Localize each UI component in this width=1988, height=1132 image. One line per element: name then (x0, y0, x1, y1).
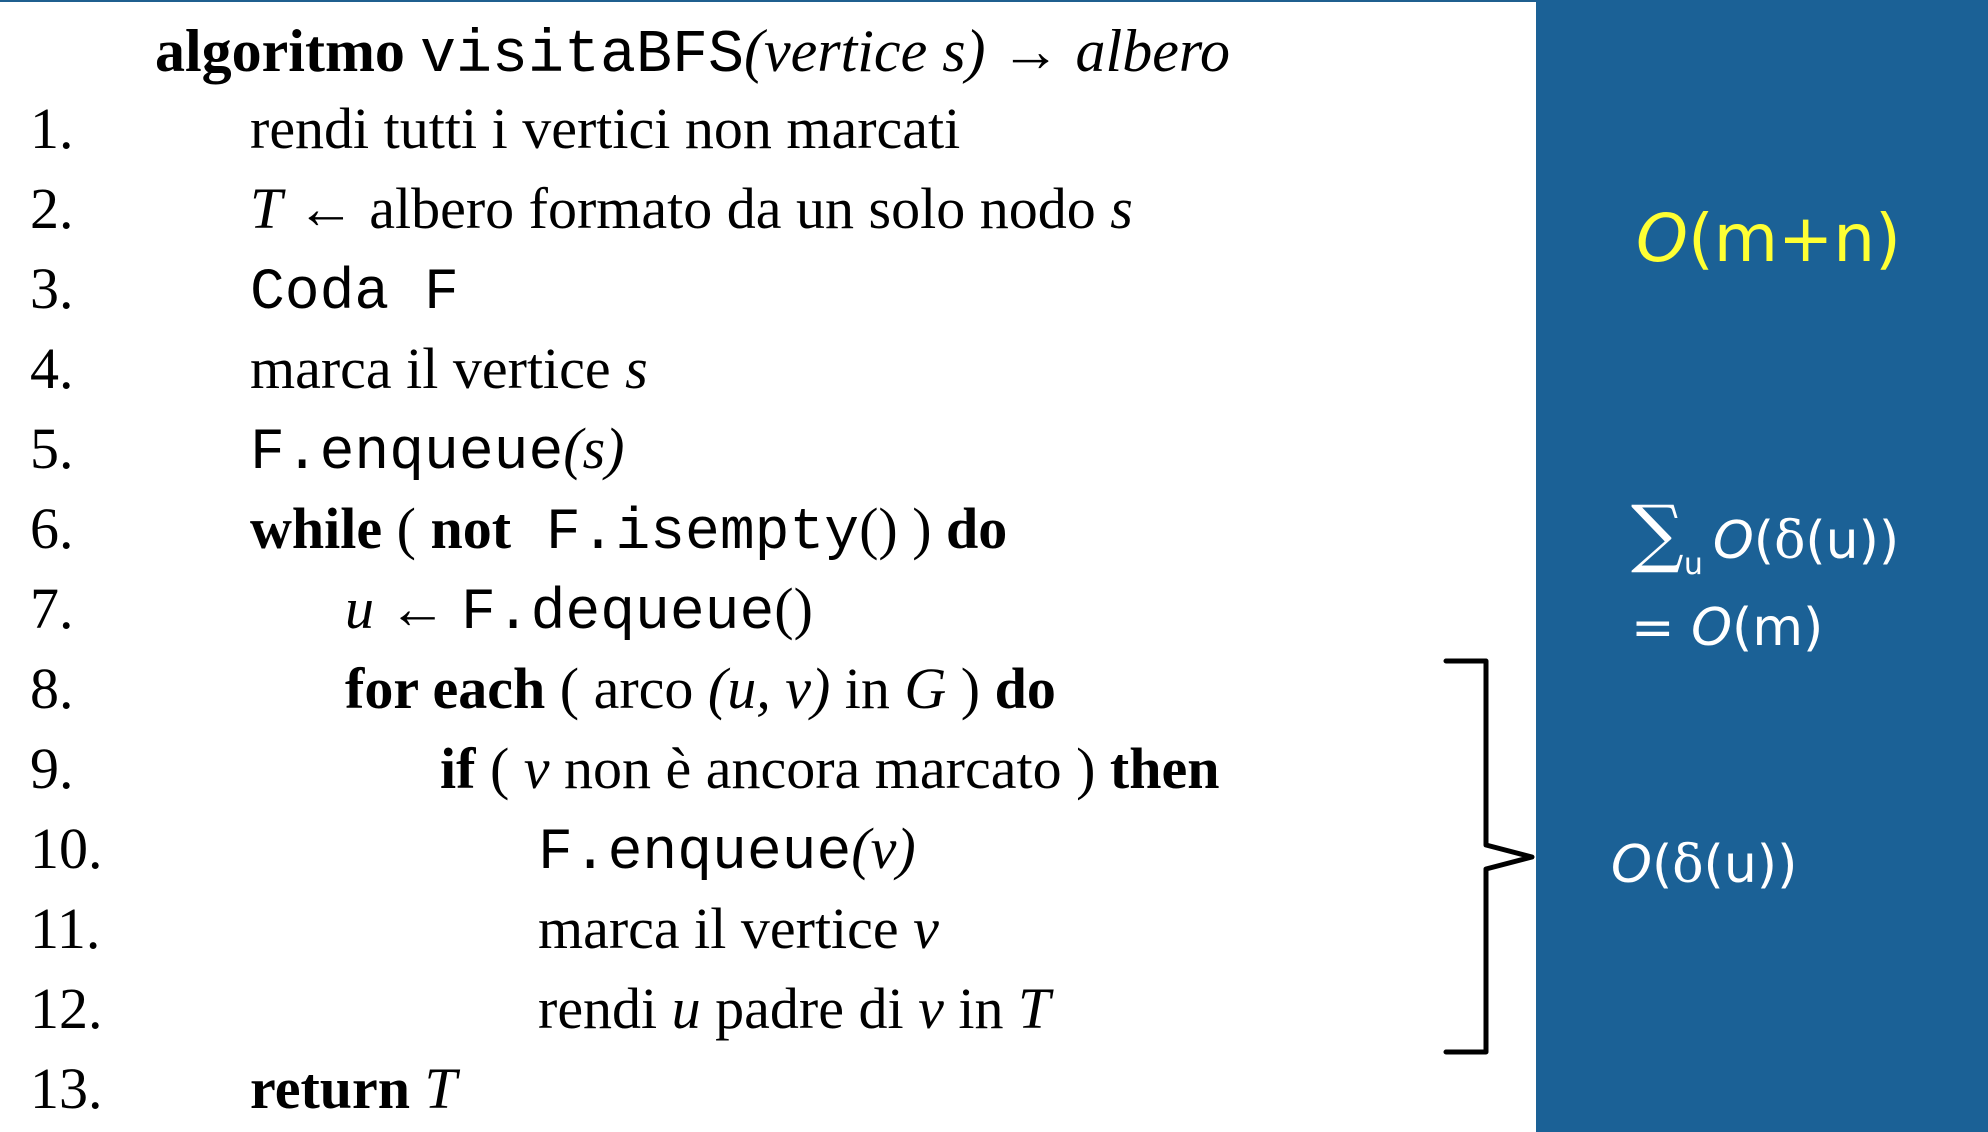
code-line-5: F.enqueue(s) (250, 416, 624, 487)
code-line-13: return T (250, 1056, 457, 1122)
code-line-10: F.enqueue(v) (538, 816, 916, 887)
sigma-icon: ∑ (1631, 490, 1684, 576)
line-text: rendi tutti i vertici non marcati (250, 96, 961, 161)
line-text: padre di (700, 976, 919, 1041)
code-text: Coda F (250, 261, 459, 326)
keyword-not: not (430, 496, 512, 561)
keyword-while: while (250, 496, 383, 561)
var-u: u (345, 576, 374, 641)
paren: ( (1651, 835, 1673, 895)
sum-subscript: u (1683, 547, 1703, 582)
complexity-expr: (m) (1732, 598, 1824, 658)
keyword-if: if (440, 736, 476, 801)
var-T: T (1017, 976, 1051, 1041)
code-line-9: if ( v non è ancora marcato ) then (440, 736, 1219, 802)
algorithm-keyword: algoritmo (155, 18, 405, 84)
code-text: F.enqueue (250, 421, 564, 486)
algorithm-return-type: albero (1075, 18, 1230, 84)
line-text: in (830, 656, 905, 721)
complexity-expr: (u)) (1703, 835, 1798, 895)
algorithm-param: (vertice s) (744, 18, 986, 84)
line-text: ( (475, 736, 524, 801)
code-line-11: marca il vertice v (538, 896, 939, 962)
code-line-7: u ← F.dequeue() (345, 576, 813, 647)
paren: ( (382, 496, 431, 561)
sum-complexity: ∑u O(δ(u)) (1631, 490, 1900, 582)
line-number: 6. (30, 496, 74, 561)
code-line-2: T ← albero formato da un solo nodo s (250, 176, 1133, 242)
paren: ( (1753, 511, 1775, 571)
code-line-3: Coda F (250, 256, 459, 327)
line-text: ) (946, 656, 995, 721)
var-T: T (250, 176, 283, 241)
algorithm-header: algoritmo visitaBFS(vertice s) → albero (155, 18, 1230, 89)
line-number: 4. (30, 336, 74, 401)
algorithm-arrow: → (1000, 18, 1061, 84)
var-G: G (904, 656, 947, 721)
big-o: O (1636, 200, 1688, 277)
inner-complexity: O(δ(u)) (1611, 835, 1797, 895)
big-o: O (1691, 598, 1733, 658)
code-line-1: rendi tutti i vertici non marcati (250, 96, 960, 162)
code-text: F.enqueue (538, 821, 852, 886)
line-number: 10. (30, 816, 103, 881)
code-text: F.dequeue (461, 581, 775, 646)
total-complexity: O(m+n) (1636, 200, 1901, 277)
assign-arrow: ← (374, 576, 461, 641)
assign-arrow: ← (296, 176, 355, 241)
var-s: s (1110, 176, 1133, 241)
call-arg: (s) (563, 416, 625, 481)
code-line-4: marca il vertice s (250, 336, 648, 402)
line-text: non è ancora marcato ) (549, 736, 1110, 801)
code-line-8: for each ( arco (u, v) in G ) do (345, 656, 1056, 722)
var-v: v (918, 976, 944, 1041)
call-arg: (v) (851, 816, 916, 881)
big-o: O (1611, 835, 1652, 895)
top-rule (0, 0, 1536, 2)
line-text: rendi (538, 976, 672, 1041)
line-number: 11. (30, 896, 101, 961)
complexity-expr: (m+n) (1687, 200, 1901, 277)
pseudocode-area: algoritmo visitaBFS(vertice s) → albero … (0, 0, 1536, 1132)
line-number: 7. (30, 576, 74, 641)
line-number: 2. (30, 176, 74, 241)
paren: () ) (859, 496, 947, 561)
complexity-expr: (u)) (1805, 511, 1900, 571)
line-number: 12. (30, 976, 103, 1041)
line-number: 8. (30, 656, 74, 721)
big-o: O (1712, 511, 1754, 571)
var-u: u (671, 976, 701, 1041)
line-text: ( arco (545, 656, 708, 721)
line-number: 3. (30, 256, 74, 321)
line-number: 9. (30, 736, 74, 801)
delta-symbol: δ (1774, 511, 1806, 571)
algorithm-name: visitaBFS (419, 22, 744, 90)
var-v: v (523, 736, 550, 801)
complexity-panel: O(m+n) ∑u O(δ(u)) = O(m) O(δ(u)) (1536, 0, 1988, 1132)
edge: (u, v) (707, 656, 831, 721)
line-number: 13. (30, 1056, 103, 1121)
equals-sign: = (1631, 598, 1692, 658)
paren: () (774, 576, 813, 641)
keyword-then: then (1109, 736, 1220, 801)
code-text: F.isempty (511, 501, 860, 566)
keyword-do: do (994, 656, 1056, 721)
keyword-for-each: for each (345, 656, 546, 721)
line-number: 1. (30, 96, 74, 161)
keyword-return: return (250, 1056, 411, 1121)
right-brace-icon (1443, 658, 1535, 1055)
keyword-do: do (946, 496, 1008, 561)
code-line-12: rendi u padre di v in T (538, 976, 1050, 1042)
code-line-6: while ( not F.isempty() ) do (250, 496, 1007, 567)
line-text: marca il vertice (538, 896, 914, 961)
line-text: marca il vertice (250, 336, 626, 401)
delta-symbol: δ (1672, 835, 1704, 895)
var-T: T (410, 1056, 457, 1121)
line-text: in (943, 976, 1018, 1041)
sum-equals: = O(m) (1631, 598, 1823, 658)
var-s: s (625, 336, 648, 401)
var-v: v (913, 896, 939, 961)
line-text: albero formato da un solo nodo (354, 176, 1111, 241)
line-number: 5. (30, 416, 74, 481)
